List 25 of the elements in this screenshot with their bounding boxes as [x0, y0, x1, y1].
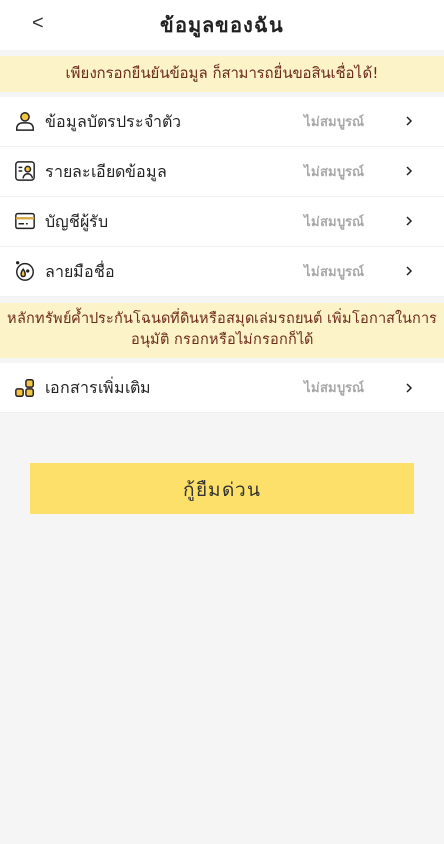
back-button[interactable]: < — [28, 12, 48, 35]
blocks-icon — [14, 376, 36, 398]
signature-icon — [14, 260, 36, 282]
notice-banner: เพียงกรอกยืนยันข้อมูล ก็สามารถยื่นขอสินเชื่อได้! — [0, 56, 444, 92]
status-text: ไม่สมบูรณ์ — [304, 262, 364, 282]
bank-card-icon — [14, 210, 36, 232]
status-text: ไม่สมบูรณ์ — [304, 212, 364, 232]
menu-row[interactable]: ลายมือชื่อ ไม่สมบูรณ์ — [0, 246, 444, 296]
menu-row[interactable]: บัญชีผู้รับ ไม่สมบูรณ์ — [0, 196, 444, 246]
menu-row[interactable]: ข้อมูลบัตรประจำตัว ไม่สมบูรณ์ — [0, 96, 444, 146]
row-label: บัญชีผู้รับ — [45, 210, 109, 234]
menu-row[interactable]: รายละเอียดข้อมูล ไม่สมบูรณ์ — [0, 146, 444, 196]
row-label: เอกสารเพิ่มเติม — [45, 376, 152, 399]
page-title: ข้อมูลของฉัน — [160, 12, 284, 40]
submit-button[interactable]: กู้ยืมด่วน — [30, 463, 414, 514]
status-text: ไม่สมบูรณ์ — [304, 112, 364, 132]
status-text: ไม่สมบูรณ์ — [304, 378, 364, 398]
menu-row[interactable]: เอกสารเพิ่มเติม ไม่สมบูรณ์ — [0, 363, 444, 413]
row-label: รายละเอียดข้อมูล — [45, 160, 168, 184]
person-icon — [14, 110, 36, 132]
profile-card-icon — [14, 160, 36, 182]
notice-banner: หลักทรัพย์ค้ำประกันโฉนดที่ดินหรือสมุดเล่มรถยนต์ เพิ่มโอกาสในการอนุมัติ กรอกหรือไม่กรอกก็ได้ — [0, 302, 444, 358]
status-text: ไม่สมบูรณ์ — [304, 162, 364, 182]
row-label: ลายมือชื่อ — [45, 260, 116, 282]
row-label: ข้อมูลบัตรประจำตัว — [45, 110, 182, 134]
